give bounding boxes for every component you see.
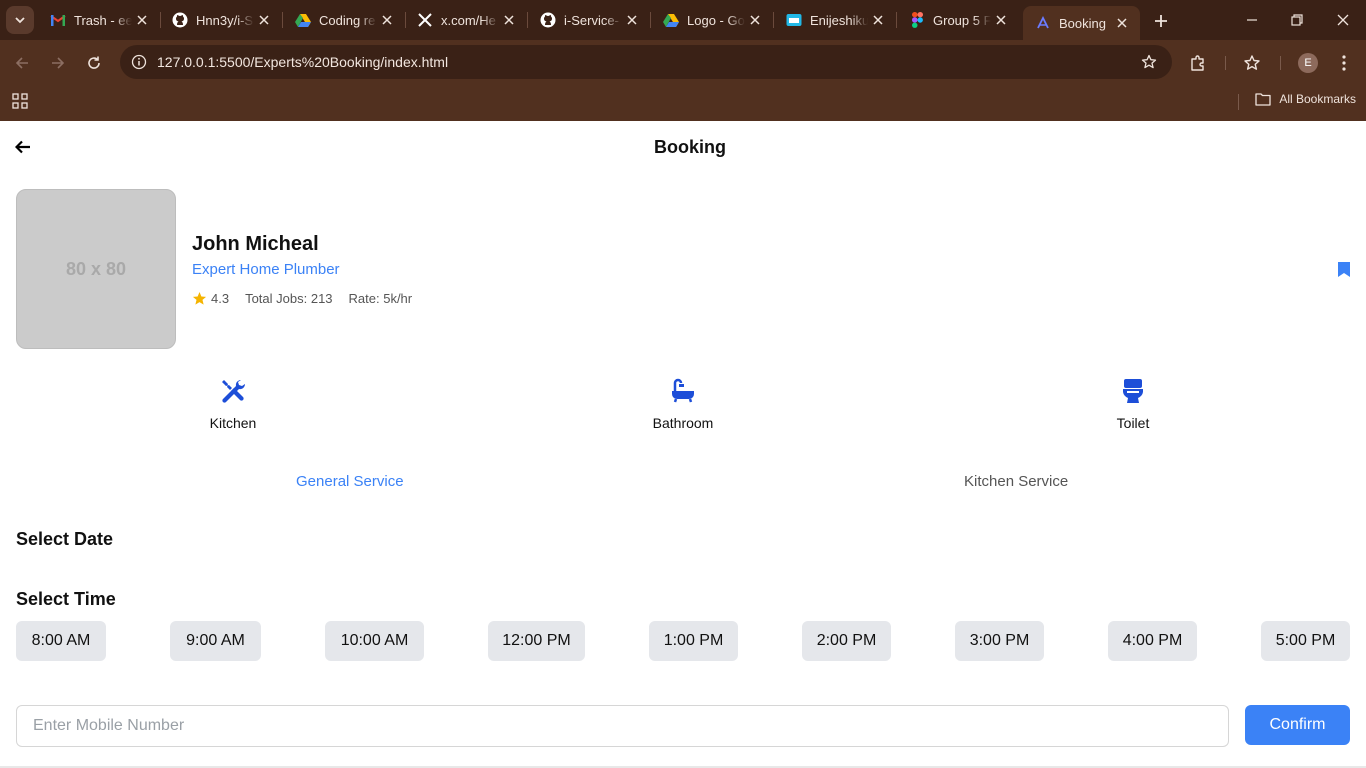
site-info-icon[interactable] xyxy=(130,53,148,71)
time-slot-3pm[interactable]: 3:00 PM xyxy=(955,621,1044,661)
save-expert-bookmark-icon[interactable] xyxy=(1337,261,1351,278)
reload-icon xyxy=(88,56,100,69)
kebab-menu-icon xyxy=(1342,55,1346,71)
reload-button[interactable] xyxy=(82,51,106,75)
expert-rating: 4.3 xyxy=(211,291,230,306)
tab-github-hnn3y[interactable]: Hnn3y/i-S xyxy=(160,0,283,40)
close-icon xyxy=(1337,14,1349,26)
close-tab-icon[interactable] xyxy=(134,12,150,28)
booking-icon xyxy=(1035,15,1051,31)
page-title: Booking xyxy=(654,137,726,157)
google-drive-icon xyxy=(663,12,679,28)
google-drive-icon xyxy=(295,12,311,28)
mobile-number-input[interactable] xyxy=(16,705,1229,747)
figma-icon xyxy=(909,12,925,28)
expert-role: Expert Home Plumber xyxy=(192,261,340,278)
tab-trash[interactable]: Trash - ee xyxy=(38,0,161,40)
time-slot-9am[interactable]: 9:00 AM xyxy=(170,621,261,661)
close-tab-icon[interactable] xyxy=(993,12,1009,28)
chevron-down-icon xyxy=(15,17,25,24)
profile-avatar[interactable]: E xyxy=(1298,53,1318,73)
time-slot-8am[interactable]: 8:00 AM xyxy=(16,621,106,661)
arrow-left-icon xyxy=(15,57,28,69)
arrow-right-icon xyxy=(52,57,65,69)
expert-stats: 4.3 Total Jobs: 213 Rate: 5k/hr xyxy=(192,291,412,306)
avatar-placeholder-text: 80 x 80 xyxy=(65,258,127,279)
star-icon xyxy=(192,291,207,306)
close-tab-icon[interactable] xyxy=(1114,15,1130,31)
booking-page: Booking 80 x 80 John Micheal Expert Home… xyxy=(0,121,1366,768)
tab-x-com[interactable]: x.com/He xyxy=(405,0,528,40)
tab-logo-go[interactable]: Logo - Go xyxy=(651,0,774,40)
select-time-heading: Select Time xyxy=(16,589,116,609)
bathtub-icon xyxy=(669,377,697,405)
new-tab-button[interactable] xyxy=(1150,10,1172,32)
category-bathroom[interactable]: Bathroom xyxy=(623,377,743,431)
tab-kitchen-service[interactable]: Kitchen Service xyxy=(964,473,1068,490)
puzzle-icon xyxy=(1191,55,1204,71)
expert-name: John Micheal xyxy=(192,233,319,255)
tab-general-service[interactable]: General Service xyxy=(296,473,404,490)
restore-icon xyxy=(1291,14,1303,26)
gmail-icon xyxy=(50,12,66,28)
star-list-icon xyxy=(1244,55,1260,70)
browser-toolbar: 127.0.0.1:5500/Experts%20Booking/index.h… xyxy=(0,40,1366,86)
minimize-icon xyxy=(1247,19,1257,21)
extensions-button[interactable] xyxy=(1186,51,1210,75)
github-icon xyxy=(172,12,188,28)
minimize-button[interactable] xyxy=(1240,8,1264,32)
close-tab-icon[interactable] xyxy=(501,12,517,28)
github-icon xyxy=(540,12,556,28)
time-slot-1pm[interactable]: 1:00 PM xyxy=(649,621,738,661)
tab-enijeshiku[interactable]: Enijeshiku xyxy=(774,0,897,40)
restore-button[interactable] xyxy=(1285,8,1309,32)
bookmark-star-icon[interactable] xyxy=(1140,53,1158,71)
forward-nav-button[interactable] xyxy=(46,51,70,75)
reading-list-button[interactable] xyxy=(1240,51,1264,75)
plus-icon xyxy=(1155,15,1167,27)
tab-booking[interactable]: Booking xyxy=(1023,6,1140,40)
back-nav-button[interactable] xyxy=(10,51,34,75)
tab-i-service[interactable]: i-Service- xyxy=(528,0,651,40)
x-icon xyxy=(417,12,433,28)
address-bar[interactable]: 127.0.0.1:5500/Experts%20Booking/index.h… xyxy=(120,45,1172,79)
tools-icon xyxy=(219,377,247,405)
tab-coding-re[interactable]: Coding re xyxy=(283,0,406,40)
tab-group-5[interactable]: Group 5 F xyxy=(897,0,1019,40)
url-text: 127.0.0.1:5500/Experts%20Booking/index.h… xyxy=(157,54,449,70)
category-kitchen[interactable]: Kitchen xyxy=(173,377,293,431)
close-tab-icon[interactable] xyxy=(256,12,272,28)
browser-tab-strip: Trash - ee Hnn3y/i-S Coding re x.com/He … xyxy=(0,0,1366,40)
category-toilet[interactable]: Toilet xyxy=(1073,377,1193,431)
expert-total-jobs: Total Jobs: 213 xyxy=(245,291,333,306)
close-tab-icon[interactable] xyxy=(747,12,763,28)
confirm-button[interactable]: Confirm xyxy=(1245,705,1350,745)
select-date-heading: Select Date xyxy=(16,529,114,549)
tab-search-button[interactable] xyxy=(6,6,34,34)
all-bookmarks-button[interactable]: All Bookmarks xyxy=(1255,92,1356,106)
calendar-icon xyxy=(786,12,802,28)
folder-icon xyxy=(1255,93,1271,106)
toilet-icon xyxy=(1119,377,1147,405)
close-tab-icon[interactable] xyxy=(379,12,395,28)
browser-menu-button[interactable] xyxy=(1332,51,1356,75)
time-slot-10am[interactable]: 10:00 AM xyxy=(325,621,424,661)
time-slot-12pm[interactable]: 12:00 PM xyxy=(488,621,585,661)
time-slot-5pm[interactable]: 5:00 PM xyxy=(1261,621,1350,661)
close-tab-icon[interactable] xyxy=(624,12,640,28)
time-slot-4pm[interactable]: 4:00 PM xyxy=(1108,621,1197,661)
bookmarks-bar: All Bookmarks xyxy=(0,86,1366,121)
expert-avatar: 80 x 80 xyxy=(16,189,176,349)
close-tab-icon[interactable] xyxy=(870,12,886,28)
expert-rate: Rate: 5k/hr xyxy=(348,291,413,306)
time-slot-2pm[interactable]: 2:00 PM xyxy=(802,621,891,661)
apps-grid-icon[interactable] xyxy=(12,93,30,111)
close-window-button[interactable] xyxy=(1331,8,1355,32)
